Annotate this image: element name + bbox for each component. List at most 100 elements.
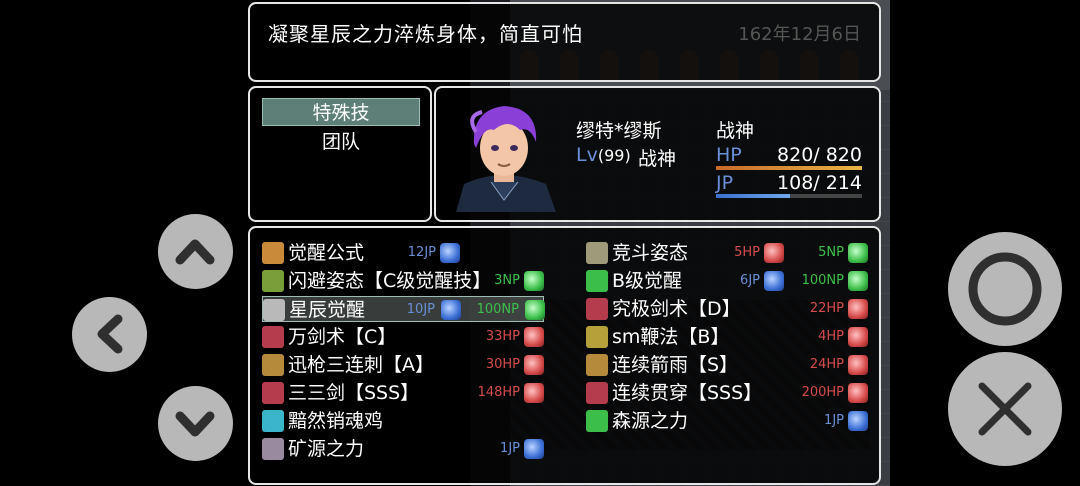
skill-name: 觉醒公式 <box>288 242 365 264</box>
skill-cost: 24HP <box>809 357 844 372</box>
level-label: Lv <box>576 144 598 166</box>
cost-gem-icon <box>440 243 460 263</box>
gear-icon <box>586 242 608 264</box>
skill-name: 矿源之力 <box>288 438 365 460</box>
skill-cost: 10JP <box>406 302 435 317</box>
skill-cost: 4HP <box>818 329 844 344</box>
down-button[interactable] <box>158 386 233 461</box>
command-special-skill[interactable]: 特殊技 <box>262 98 420 126</box>
skill-name: 三三剑【SSS】 <box>288 382 420 404</box>
cost-gem-icon <box>848 299 868 319</box>
skill-item[interactable]: 矿源之力 1JP <box>262 436 544 462</box>
actor-name: 缪特*缪斯 <box>576 120 662 142</box>
hp-value: 820/ 820 <box>777 144 862 166</box>
skill-name: 迅枪三连刺【A】 <box>288 354 434 376</box>
arrow-icon <box>586 354 608 376</box>
skill-item[interactable]: 三三剑【SSS】 148HP <box>262 380 544 406</box>
cost-gem-icon <box>764 271 784 291</box>
skill-name: sm鞭法【B】 <box>612 326 730 348</box>
skill-cost: 1JP <box>824 413 844 428</box>
book-icon <box>262 410 284 432</box>
cost-gem-icon <box>441 300 461 320</box>
skill-cost: 22HP <box>809 301 844 316</box>
skill-cost: 3NP <box>494 273 520 288</box>
skill-name: 连续箭雨【S】 <box>612 354 739 376</box>
sword-icon <box>586 298 608 320</box>
cost-gem-icon <box>848 327 868 347</box>
sword-icon <box>262 382 284 404</box>
skill-item[interactable]: 黯然销魂鸡 <box>262 408 544 434</box>
skill-cost: 1JP <box>500 441 520 456</box>
whip-icon <box>586 326 608 348</box>
jp-bar <box>716 194 862 198</box>
skill-item[interactable]: B级觉醒 100NP 6JP <box>586 268 868 294</box>
cost-gem-icon <box>524 327 544 347</box>
game-date: 162年12月6日 <box>738 24 861 45</box>
spear-icon <box>262 354 284 376</box>
skill-item[interactable]: 森源之力 1JP <box>586 408 868 434</box>
help-window: 凝聚星辰之力淬炼身体，简直可怕 162年12月6日 <box>248 2 881 82</box>
cost-gem-icon <box>524 271 544 291</box>
skill-item[interactable]: 星辰觉醒 100NP 10JP <box>262 296 545 322</box>
up-button[interactable] <box>158 214 233 289</box>
circle-icon <box>968 252 1042 326</box>
actor-level: Lv(99) <box>576 144 631 166</box>
skill-item[interactable]: 迅枪三连刺【A】 30HP <box>262 352 544 378</box>
actor-title: 战神 <box>716 120 755 142</box>
orb-icon <box>586 270 608 292</box>
sword-icon <box>586 382 608 404</box>
skill-name: 黯然销魂鸡 <box>288 410 384 432</box>
cost-gem-icon <box>524 355 544 375</box>
skill-cost: 200HP <box>801 385 844 400</box>
skill-name: 星辰觉醒 <box>289 299 366 321</box>
wind-icon <box>262 270 284 292</box>
cost-gem-icon <box>525 300 545 320</box>
close-icon <box>978 382 1032 436</box>
left-button[interactable] <box>72 297 147 372</box>
ore-icon <box>262 438 284 460</box>
level-value: (99) <box>597 146 631 165</box>
skill-name: 连续贯穿【SSS】 <box>612 382 763 404</box>
orb-icon <box>586 410 608 432</box>
jp-value: 108/ 214 <box>777 172 862 194</box>
skill-name: 闪避姿态【C级觉醒技】 <box>288 270 492 292</box>
cost-gem-icon <box>848 411 868 431</box>
hp-bar <box>716 166 862 170</box>
cost-gem-icon <box>848 355 868 375</box>
cost-gem-icon <box>848 383 868 403</box>
skill-name: 万剑术【C】 <box>288 326 397 348</box>
skill-cost: 100NP <box>801 273 844 288</box>
confirm-button[interactable] <box>948 232 1062 346</box>
skill-cost: 30HP <box>485 357 520 372</box>
chevron-down-icon <box>175 411 215 437</box>
cost-gem-icon <box>848 243 868 263</box>
jp-label: JP <box>716 172 734 194</box>
skill-name: 森源之力 <box>612 410 689 432</box>
skill-cost: 5HP <box>734 245 760 260</box>
skill-name: 竞斗姿态 <box>612 242 689 264</box>
skill-cost: 33HP <box>485 329 520 344</box>
skill-item[interactable]: 万剑术【C】 33HP <box>262 324 544 350</box>
command-team[interactable]: 团队 <box>262 128 420 156</box>
chevron-up-icon <box>175 239 215 265</box>
skill-item[interactable]: sm鞭法【B】 4HP <box>586 324 868 350</box>
skill-name: 究极剑术【D】 <box>612 298 741 320</box>
skill-item[interactable]: 闪避姿态【C级觉醒技】 3NP <box>262 268 544 294</box>
command-window: 特殊技 团队 <box>248 86 432 222</box>
skill-item[interactable]: 连续贯穿【SSS】 200HP <box>586 380 868 406</box>
cost-gem-icon <box>848 271 868 291</box>
star-icon <box>263 299 285 321</box>
skill-item[interactable]: 觉醒公式 12JP <box>262 240 544 266</box>
skill-list-window: 觉醒公式 12JP 闪避姿态【C级觉醒技】 3NP 星辰觉醒 100NP 10JP 万剑术【C… <box>248 226 881 485</box>
hp-label: HP <box>716 144 742 166</box>
skill-item[interactable]: 究极剑术【D】 22HP <box>586 296 868 322</box>
cancel-button[interactable] <box>948 352 1062 466</box>
skill-cost: 148HP <box>477 385 520 400</box>
chevron-left-icon <box>97 314 123 354</box>
status-window: 缪特*缪斯 战神 Lv(99) 战神 HP 820/ 820 JP 108/ 2… <box>434 86 881 222</box>
skill-cost: 12JP <box>407 245 436 260</box>
skill-item[interactable]: 竞斗姿态 5NP 5HP <box>586 240 868 266</box>
sword-icon <box>262 326 284 348</box>
skill-item[interactable]: 连续箭雨【S】 24HP <box>586 352 868 378</box>
cost-gem-icon <box>524 383 544 403</box>
